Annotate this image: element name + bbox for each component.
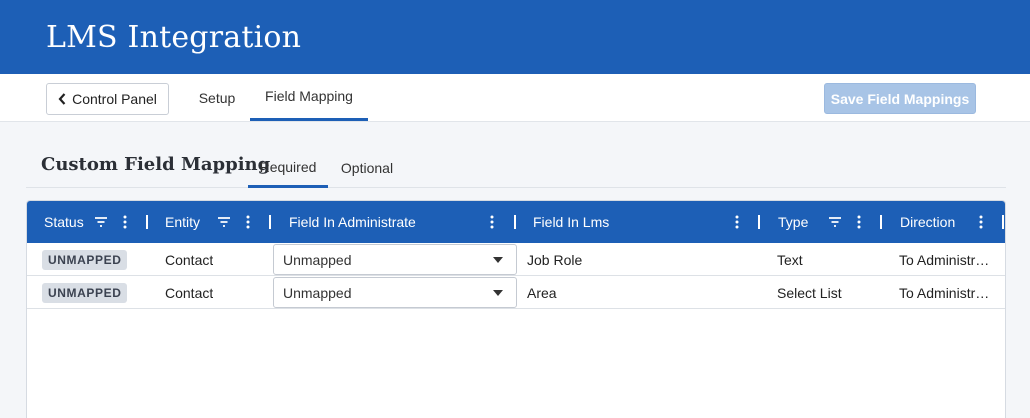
field-in-administrate-select[interactable]: Unmapped xyxy=(273,277,517,308)
select-value: Unmapped xyxy=(283,284,352,301)
tab-field-mapping[interactable]: Field Mapping xyxy=(250,74,368,121)
more-vert-icon[interactable] xyxy=(117,214,133,230)
column-resize-handle[interactable] xyxy=(146,215,148,229)
direction-cell: To Administr… xyxy=(899,284,990,301)
more-vert-icon[interactable] xyxy=(851,214,867,230)
entity-cell: Contact xyxy=(165,251,214,268)
entity-cell: Contact xyxy=(165,284,214,301)
save-field-mappings-button[interactable]: Save Field Mappings xyxy=(824,83,976,114)
caret-down-icon xyxy=(493,257,503,263)
type-cell: Text xyxy=(777,251,803,268)
caret-down-icon xyxy=(493,290,503,296)
column-header-status[interactable]: Status xyxy=(44,201,84,243)
page-title: LMS Integration xyxy=(46,20,302,55)
column-header-direction[interactable]: Direction xyxy=(900,201,955,243)
chevron-left-icon xyxy=(58,93,66,105)
direction-cell: To Administr… xyxy=(899,251,990,268)
status-badge: UNMAPPED xyxy=(42,249,128,270)
column-header-type[interactable]: Type xyxy=(778,201,808,243)
toolbar: Control Panel Setup Field Mapping Save F… xyxy=(0,74,1030,122)
more-vert-icon[interactable] xyxy=(484,214,500,230)
field-in-lms-cell: Area xyxy=(527,284,557,301)
section-title: Custom Field Mapping xyxy=(41,154,271,175)
column-resize-handle[interactable] xyxy=(269,215,271,229)
more-vert-icon[interactable] xyxy=(973,214,989,230)
table-row: UNMAPPED Contact Unmapped Area Select Li… xyxy=(27,276,1005,309)
select-value: Unmapped xyxy=(283,251,352,268)
tab-setup[interactable]: Setup xyxy=(186,74,248,121)
field-mapping-grid: Status Entity Field In Administrate Fiel… xyxy=(26,200,1006,418)
sub-tabs-divider xyxy=(26,187,1006,188)
column-header-field-in-administrate[interactable]: Field In Administrate xyxy=(289,201,416,243)
table-row: UNMAPPED Contact Unmapped Job Role Text … xyxy=(27,243,1005,276)
grid-header: Status Entity Field In Administrate Fiel… xyxy=(27,201,1005,243)
filter-icon[interactable] xyxy=(216,214,232,230)
column-header-field-in-lms[interactable]: Field In Lms xyxy=(533,201,609,243)
control-panel-button[interactable]: Control Panel xyxy=(46,83,169,115)
column-resize-handle[interactable] xyxy=(880,215,882,229)
tab-required[interactable]: Required xyxy=(248,148,328,188)
column-resize-handle[interactable] xyxy=(514,215,516,229)
tab-optional[interactable]: Optional xyxy=(330,148,404,188)
app-header: LMS Integration xyxy=(0,0,1030,74)
more-vert-icon[interactable] xyxy=(240,214,256,230)
field-in-administrate-select[interactable]: Unmapped xyxy=(273,244,517,275)
status-badge: UNMAPPED xyxy=(42,282,128,303)
column-resize-handle[interactable] xyxy=(1002,215,1004,229)
column-resize-handle[interactable] xyxy=(758,215,760,229)
column-header-entity[interactable]: Entity xyxy=(165,201,200,243)
filter-icon[interactable] xyxy=(93,214,109,230)
control-panel-label: Control Panel xyxy=(72,91,157,107)
type-cell: Select List xyxy=(777,284,842,301)
filter-icon[interactable] xyxy=(827,214,843,230)
field-in-lms-cell: Job Role xyxy=(527,251,583,268)
more-vert-icon[interactable] xyxy=(729,214,745,230)
